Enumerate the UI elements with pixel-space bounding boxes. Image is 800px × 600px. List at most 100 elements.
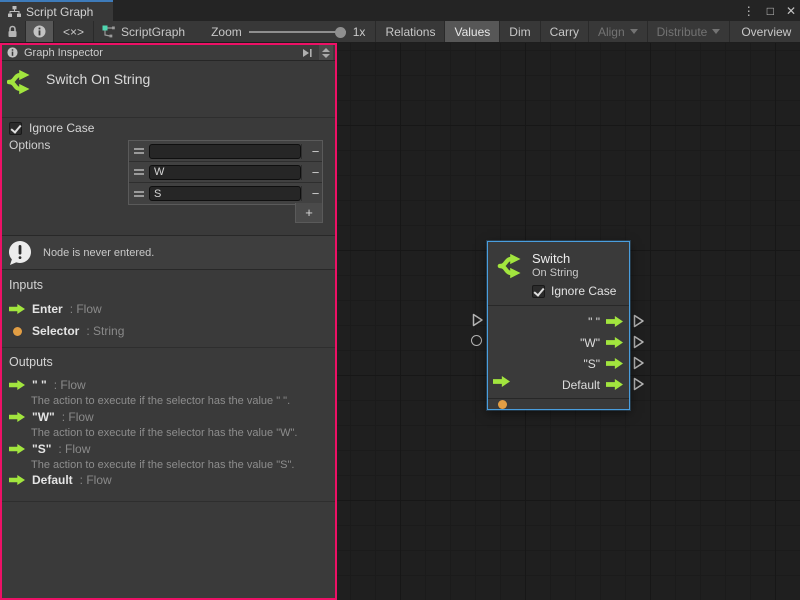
- node-header[interactable]: Switch On String Ignore Case: [488, 242, 629, 306]
- switch-on-string-node[interactable]: Switch On String Ignore Case " " "W": [487, 241, 630, 410]
- port-type: : Flow: [62, 410, 94, 424]
- output-label-w: "W": [580, 336, 600, 350]
- carry-label: Carry: [550, 25, 579, 39]
- graph-breadcrumb[interactable]: ScriptGraph: [94, 21, 195, 42]
- node-output-port-s[interactable]: [633, 356, 645, 370]
- lock-icon: [7, 25, 18, 38]
- ignore-case-checkbox[interactable]: [532, 285, 545, 298]
- drag-handle-icon[interactable]: [129, 191, 149, 197]
- tab-script-graph[interactable]: Script Graph: [0, 0, 113, 21]
- input-port-selector[interactable]: Selector : String: [9, 324, 124, 338]
- node-output-port-space[interactable]: [633, 314, 645, 328]
- zoom-slider[interactable]: [249, 26, 346, 38]
- graph-name-label: ScriptGraph: [121, 25, 185, 39]
- chevron-down-icon: [630, 29, 638, 34]
- ignore-case-checkbox[interactable]: [9, 122, 22, 135]
- zoom-label: Zoom: [211, 25, 242, 39]
- inspector-toggle-button[interactable]: [26, 21, 54, 42]
- graph-tree-icon: [8, 6, 21, 18]
- node-body: " " "W" "S" Default: [488, 306, 629, 398]
- selector-value-dot-icon: [13, 327, 22, 336]
- option-input-1[interactable]: [149, 144, 301, 159]
- flow-arrow-icon: [9, 380, 25, 390]
- output-port-default[interactable]: Default : Flow: [9, 473, 112, 487]
- port-name: " ": [32, 378, 47, 392]
- node-subtitle: On String: [532, 267, 578, 279]
- output-row-space[interactable]: " ": [488, 311, 629, 332]
- input-port-enter[interactable]: Enter : Flow: [9, 302, 102, 316]
- selector-value-dot-icon[interactable]: [498, 400, 507, 409]
- overview-button[interactable]: Overview: [732, 21, 800, 42]
- inspector-header[interactable]: Graph Inspector: [2, 45, 335, 61]
- output-port-s[interactable]: "S" : Flow: [9, 442, 90, 456]
- flow-arrow-icon: [9, 412, 25, 422]
- relations-button[interactable]: Relations: [376, 21, 445, 42]
- divider: [2, 501, 335, 502]
- option-row-1: −: [129, 141, 322, 162]
- flow-arrow-icon: [606, 379, 623, 390]
- inputs-header: Inputs: [9, 278, 43, 292]
- inspector-title: Graph Inspector: [24, 47, 103, 59]
- window-maximize-icon[interactable]: □: [767, 4, 774, 18]
- remove-option-button[interactable]: −: [301, 186, 329, 201]
- distribute-label: Distribute: [657, 25, 708, 39]
- options-list: − − −: [128, 140, 323, 205]
- node-output-port-w[interactable]: [633, 335, 645, 349]
- divider: [2, 347, 335, 348]
- flow-arrow-icon: [606, 358, 623, 369]
- outputs-header: Outputs: [9, 355, 53, 369]
- output-row-w[interactable]: "W": [488, 332, 629, 353]
- carry-button[interactable]: Carry: [541, 21, 589, 42]
- tab-label: Script Graph: [26, 5, 93, 19]
- option-row-3: −: [129, 183, 322, 204]
- option-row-2: −: [129, 162, 322, 183]
- port-name: "S": [32, 442, 51, 456]
- code-preview-button[interactable]: <×>: [54, 21, 94, 42]
- window-menu-icon[interactable]: ⋮: [743, 4, 755, 18]
- remove-option-button[interactable]: −: [301, 144, 329, 159]
- graph-toolbar: <×> ScriptGraph Zoom 1x Relations Values: [0, 21, 800, 43]
- node-ignore-case: Ignore Case: [532, 284, 616, 298]
- zoom-slider-track: [249, 31, 346, 33]
- output-row-default[interactable]: Default: [488, 374, 629, 395]
- drag-handle-icon[interactable]: [129, 148, 149, 154]
- option-input-2[interactable]: [149, 165, 301, 180]
- output-label-default: Default: [562, 378, 600, 392]
- options-label: Options: [9, 138, 50, 152]
- lock-button[interactable]: [0, 21, 26, 42]
- add-option-button[interactable]: +: [295, 203, 323, 223]
- warning-box: Node is never entered.: [2, 235, 335, 270]
- window-close-icon[interactable]: ✕: [786, 4, 796, 18]
- option-input-3[interactable]: [149, 186, 301, 201]
- values-label: Values: [454, 25, 490, 39]
- remove-option-button[interactable]: −: [301, 165, 329, 180]
- node-input-flow-port[interactable]: [472, 313, 484, 327]
- distribute-button[interactable]: Distribute: [648, 21, 731, 42]
- flow-arrow-icon: [9, 475, 25, 485]
- output-port-w[interactable]: "W" : Flow: [9, 410, 94, 424]
- port-type: : Flow: [54, 378, 86, 392]
- ignore-case-label: Ignore Case: [551, 284, 616, 298]
- chevron-down-icon: [322, 54, 330, 58]
- zoom-control: Zoom 1x: [195, 21, 376, 42]
- drag-handle-icon[interactable]: [129, 169, 149, 175]
- port-type: : Flow: [58, 442, 90, 456]
- align-button[interactable]: Align: [589, 21, 648, 42]
- script-graph-asset-icon: [102, 25, 115, 38]
- dock-panel-icon[interactable]: [301, 47, 313, 59]
- zoom-slider-handle[interactable]: [335, 27, 346, 38]
- values-button[interactable]: Values: [445, 21, 500, 42]
- chevron-up-icon: [322, 48, 330, 52]
- relations-label: Relations: [385, 25, 435, 39]
- output-port-space[interactable]: " " : Flow: [9, 378, 86, 392]
- zoom-value: 1x: [353, 25, 366, 39]
- node-input-value-port[interactable]: [471, 335, 482, 346]
- node-output-port-default[interactable]: [633, 377, 645, 391]
- port-description: The action to execute if the selector ha…: [31, 427, 297, 439]
- code-icon: <×>: [63, 25, 84, 39]
- dim-button[interactable]: Dim: [500, 21, 540, 42]
- panel-scroll-spinner[interactable]: [319, 45, 333, 60]
- output-row-s[interactable]: "S": [488, 353, 629, 374]
- info-icon: [33, 25, 46, 38]
- port-type: : Flow: [80, 473, 112, 487]
